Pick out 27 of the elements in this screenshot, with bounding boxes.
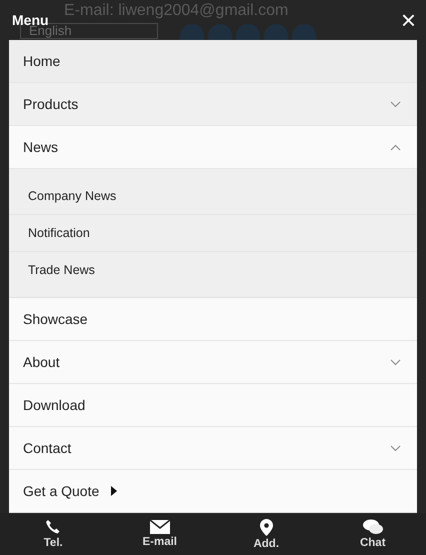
chevron-down-icon <box>390 444 401 452</box>
bottom-bar-button[interactable]: Add. <box>213 513 320 555</box>
submenu-item[interactable]: Notification <box>9 215 417 252</box>
caret-right-icon <box>111 486 118 496</box>
menu-item-label: Contact <box>23 440 72 456</box>
menu-item-label: Products <box>23 96 78 112</box>
submenu-item[interactable]: Trade News <box>9 252 417 288</box>
menu-item-label: About <box>23 354 60 370</box>
menu-item-label: Get a Quote <box>23 483 100 499</box>
menu-item[interactable]: Products <box>9 83 417 126</box>
bottom-bar-button[interactable]: E-mail <box>106 513 213 555</box>
chat-bubbles-icon <box>362 519 383 535</box>
chevron-down-icon <box>390 100 401 108</box>
menu-item-label: News <box>23 139 58 155</box>
phone-icon <box>45 519 62 535</box>
mail-icon <box>150 520 170 534</box>
bottom-bar-button[interactable]: Tel. <box>0 513 106 555</box>
menu-item[interactable]: Home <box>9 40 417 83</box>
bottom-bar-button[interactable]: Chat <box>320 513 426 555</box>
chevron-up-icon <box>390 144 401 150</box>
menu-item-label: Home <box>23 53 60 69</box>
close-button[interactable]: × <box>400 7 416 33</box>
location-pin-icon <box>260 518 273 536</box>
submenu-item[interactable]: Company News <box>9 178 417 215</box>
chevron-down-icon <box>390 358 401 366</box>
menu-item-label: Download <box>23 397 86 413</box>
menu-item-label: Showcase <box>23 311 88 327</box>
